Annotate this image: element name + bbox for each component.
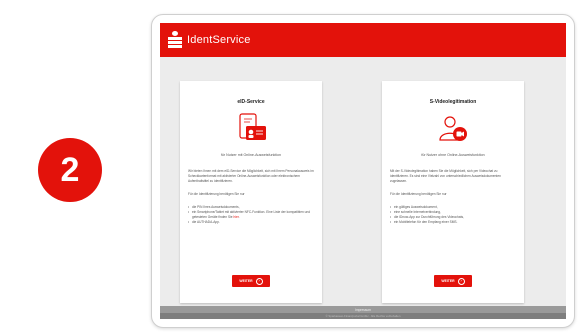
step-number: 2 bbox=[60, 151, 80, 189]
list-item: ein Mobiltelefon für den Empfang einer S… bbox=[390, 220, 516, 225]
list-item: die AUTHADA-App. bbox=[188, 220, 314, 225]
footer-copyright: © Sparkassen-Finanzportal GmbH · Alle Re… bbox=[160, 313, 566, 319]
button-label: WEITER bbox=[239, 279, 253, 283]
footer-links: Impressum bbox=[160, 306, 566, 313]
card-requirements-intro: Für die Identifizierung benötigen Sie nu… bbox=[188, 192, 245, 196]
card-requirements-intro: Für die Identifizierung benötigen Sie nu… bbox=[390, 192, 447, 196]
card-title: S-Videolegitimation bbox=[429, 99, 477, 105]
video-ident-card: S-Videolegitimation für Nutzer ohne Onli… bbox=[382, 81, 524, 303]
impressum-link[interactable]: Impressum bbox=[355, 308, 371, 312]
chevron-right-icon: › bbox=[255, 277, 263, 285]
list-item: ein Smartphone/Tablet mit aktivierter NF… bbox=[188, 210, 314, 220]
requirements-list: die PIN Ihres Ausweisdokuments, ein Smar… bbox=[188, 205, 314, 225]
eid-service-card: eID-Service für Nutzer mit Online-Auswei… bbox=[180, 81, 322, 303]
browser-screen: IdentService eID-Service für Nutzer mit … bbox=[160, 23, 566, 319]
card-title: eID-Service bbox=[237, 99, 265, 105]
card-description: Mit der S-Videolegitimation haben Sie di… bbox=[390, 169, 501, 183]
app-header: IdentService bbox=[160, 23, 566, 57]
copyright-text: © Sparkassen-Finanzportal GmbH · Alle Re… bbox=[325, 314, 401, 318]
step-badge: 2 bbox=[38, 138, 102, 202]
device-frame: IdentService eID-Service für Nutzer mit … bbox=[151, 14, 575, 328]
device-list-link[interactable]: hier bbox=[233, 215, 238, 219]
card-description: Wir bieten Ihnen mit dem eID-Service die… bbox=[188, 169, 314, 183]
brand-name: IdentService bbox=[187, 34, 251, 46]
chevron-right-icon: › bbox=[457, 277, 465, 285]
button-label: WEITER bbox=[441, 279, 455, 283]
requirements-list: ein gültiges Ausweisdokument, eine schne… bbox=[390, 205, 516, 225]
video-user-icon bbox=[390, 111, 516, 147]
weiter-button-eid[interactable]: WEITER › bbox=[232, 275, 270, 287]
id-card-icon bbox=[188, 111, 314, 147]
card-subtitle: für Nutzer ohne Online-Ausweisfunktion bbox=[421, 153, 485, 157]
sparkasse-logo-icon bbox=[168, 31, 182, 49]
weiter-button-video[interactable]: WEITER › bbox=[434, 275, 472, 287]
card-subtitle: für Nutzer mit Online-Ausweisfunktion bbox=[220, 153, 282, 157]
